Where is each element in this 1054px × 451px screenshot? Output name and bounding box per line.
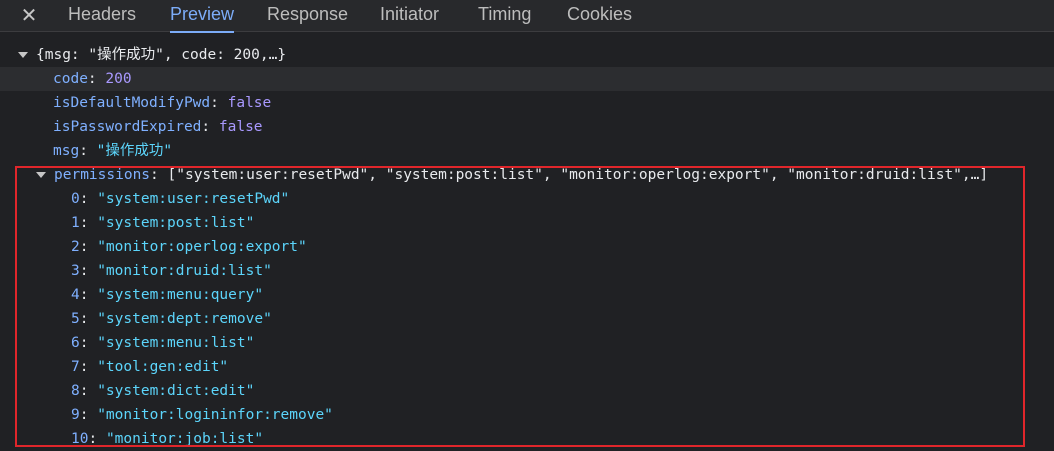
field-row-is-password-expired[interactable]: isPasswordExpired: false: [53, 115, 263, 139]
field-value: false: [218, 119, 263, 135]
permission-item[interactable]: 1: "system:post:list": [71, 211, 254, 235]
field-key: msg: [53, 143, 80, 159]
expand-toggle-icon[interactable]: [18, 52, 28, 58]
permission-item[interactable]: 0: "system:user:resetPwd": [71, 187, 289, 211]
tab-cookies[interactable]: Cookies: [567, 0, 632, 31]
tab-response[interactable]: Response: [267, 0, 348, 31]
expand-toggle-icon[interactable]: [36, 172, 46, 178]
permission-item[interactable]: 2: "monitor:operlog:export": [71, 235, 307, 259]
field-value: false: [227, 95, 272, 111]
permissions-row[interactable]: permissions: ["system:user:resetPwd", "s…: [36, 163, 988, 187]
field-value: 200: [105, 71, 132, 87]
permission-item[interactable]: 7: "tool:gen:edit": [71, 355, 228, 379]
permissions-key: permissions: [54, 167, 151, 183]
tab-headers[interactable]: Headers: [68, 0, 136, 31]
tab-initiator[interactable]: Initiator: [380, 0, 439, 31]
field-row-msg[interactable]: msg: "操作成功": [53, 139, 172, 163]
field-row-is-default-modify-pwd[interactable]: isDefaultModifyPwd: false: [53, 91, 271, 115]
close-icon[interactable]: ✕: [19, 5, 39, 25]
devtools-tab-bar: ✕ Headers Preview Response Initiator Tim…: [0, 0, 1054, 33]
field-key: isDefaultModifyPwd: [53, 95, 211, 111]
root-object-row[interactable]: {msg: "操作成功", code: 200,…}: [18, 43, 286, 67]
permission-item[interactable]: 4: "system:menu:query": [71, 283, 263, 307]
permission-item[interactable]: 5: "system:dept:remove": [71, 307, 272, 331]
root-summary: {msg: "操作成功", code: 200,…}: [36, 47, 287, 63]
permissions-summary: ["system:user:resetPwd", "system:post:li…: [167, 167, 989, 183]
field-key: code: [53, 71, 88, 87]
field-row-code[interactable]: code: 200: [0, 67, 1054, 91]
field-value: "操作成功": [96, 143, 173, 159]
permission-item[interactable]: 6: "system:menu:list": [71, 331, 254, 355]
field-key: isPasswordExpired: [53, 119, 202, 135]
permission-item[interactable]: 3: "monitor:druid:list": [71, 259, 272, 283]
tab-preview[interactable]: Preview: [170, 0, 235, 33]
permission-item[interactable]: 8: "system:dict:edit": [71, 379, 254, 403]
permission-item[interactable]: 9: "monitor:logininfor:remove": [71, 403, 333, 427]
permission-item[interactable]: 10: "monitor:job:list": [71, 427, 263, 451]
tab-timing[interactable]: Timing: [478, 0, 531, 31]
